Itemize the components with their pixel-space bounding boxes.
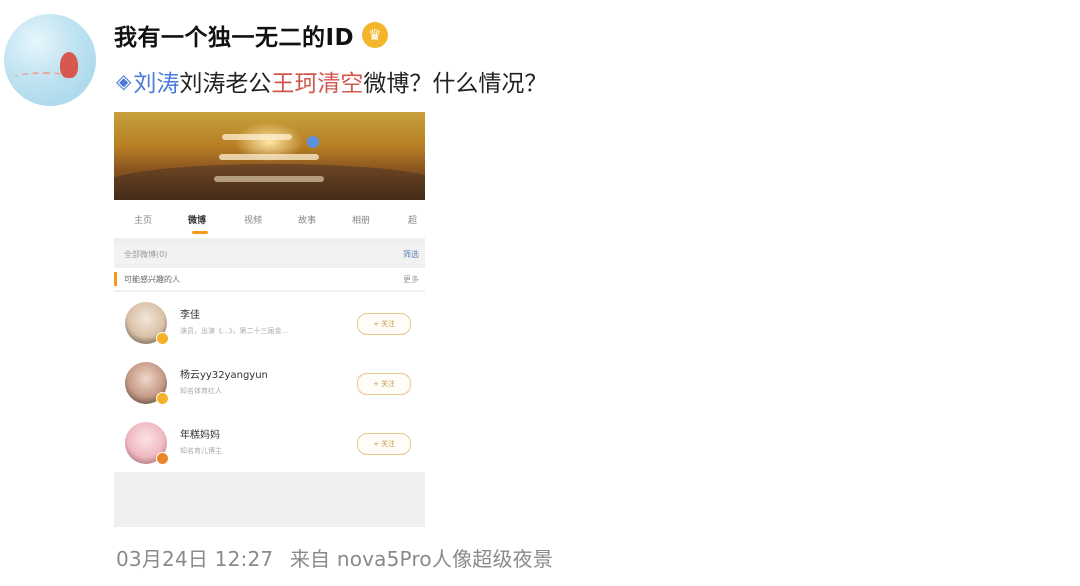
verified-badge-icon — [156, 332, 169, 345]
post-text-part2: 微博？什么情况？ — [363, 71, 548, 97]
post-text-part1: 刘涛老公 — [179, 71, 272, 97]
username-row: 我有一个独一无二的ID ♛ — [114, 18, 389, 52]
list-item[interactable]: 年糕妈妈 知名育儿博主 + 关注 — [114, 412, 425, 472]
person-name[interactable]: 年糕妈妈 — [180, 426, 220, 441]
blurred-name — [222, 134, 292, 140]
tab-story[interactable]: 故事 — [298, 213, 316, 226]
follow-button[interactable]: + 关注 — [357, 373, 411, 395]
tab-weibo[interactable]: 微博 — [188, 213, 206, 226]
verified-badge-icon — [156, 392, 169, 405]
attached-screenshot-image[interactable]: 主页 微博 视频 故事 相册 超 全部微博(0) 筛选 可能感兴趣的人 更多 李… — [114, 112, 425, 527]
list-item[interactable]: 李佳 演员，出演《…》，第二十三届金… + 关注 — [114, 292, 425, 352]
username[interactable]: 我有一个独一无二的ID — [114, 18, 354, 52]
post-text: ◈ 刘涛 刘涛老公 王珂清空 微博？什么情况？ — [116, 64, 547, 98]
follow-label: 关注 — [380, 440, 395, 448]
person-name[interactable]: 李佳 — [180, 306, 200, 321]
tab-home[interactable]: 主页 — [134, 213, 152, 226]
recommend-accent-bar — [114, 272, 117, 286]
plus-icon: + — [373, 320, 379, 328]
topic-link[interactable]: 刘涛 — [133, 64, 179, 98]
follow-label: 关注 — [380, 380, 395, 388]
crown-badge-icon: ♛ — [362, 22, 389, 48]
list-item[interactable]: 杨云yy32yangyun 知名体育红人 + 关注 — [114, 352, 425, 412]
plus-icon: + — [373, 380, 379, 388]
person-desc: 演员，出演《…》，第二十三届金… — [180, 327, 289, 335]
verified-badge-icon — [156, 452, 169, 465]
banner-caption — [214, 176, 324, 182]
profile-tabs: 主页 微博 视频 故事 相册 超 — [114, 200, 425, 238]
plus-icon: + — [373, 440, 379, 448]
avatar-figure — [60, 52, 78, 78]
post-timestamp[interactable]: 03月24日 12:27 — [116, 547, 273, 571]
filter-button[interactable]: 筛选 — [403, 249, 419, 260]
post-source[interactable]: 来自 nova5Pro人像超级夜景 — [290, 547, 553, 571]
all-weibo-label: 全部微博(0) — [124, 250, 168, 259]
person-name[interactable]: 杨云yy32yangyun — [180, 366, 268, 381]
topic-icon: ◈ — [116, 69, 132, 93]
follow-label: 关注 — [380, 320, 395, 328]
recommend-list: 李佳 演员，出演《…》，第二十三届金… + 关注 杨云yy32yangyun 知名… — [114, 292, 425, 472]
active-tab-indicator — [192, 231, 208, 234]
follow-button[interactable]: + 关注 — [357, 313, 411, 335]
all-weibo-header: 全部微博(0) 筛选 — [114, 244, 425, 264]
more-link[interactable]: 更多 — [403, 274, 419, 285]
tab-album[interactable]: 相册 — [352, 213, 370, 226]
post-meta: 03月24日 12:27 来自 nova5Pro人像超级夜景 — [116, 543, 553, 572]
follow-button[interactable]: + 关注 — [357, 433, 411, 455]
tab-video[interactable]: 视频 — [244, 213, 262, 226]
banner-mountains — [114, 164, 425, 204]
person-desc: 知名体育红人 — [180, 387, 222, 395]
blurred-stats — [219, 154, 319, 160]
person-desc: 知名育儿博主 — [180, 447, 222, 455]
mention-link[interactable]: 王珂清空 — [271, 64, 363, 98]
user-avatar[interactable] — [4, 14, 96, 106]
tab-super[interactable]: 超 — [408, 213, 417, 226]
recommend-header: 可能感兴趣的人 更多 — [114, 268, 425, 290]
verified-icon — [307, 136, 319, 148]
profile-banner — [114, 112, 425, 204]
recommend-label: 可能感兴趣的人 — [124, 275, 180, 284]
